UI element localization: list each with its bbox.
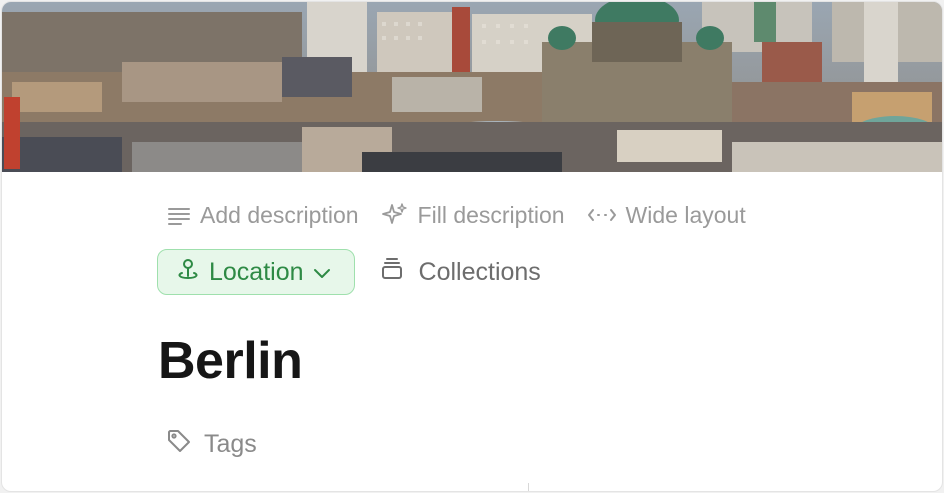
collections-button[interactable]: Collections: [379, 256, 541, 289]
location-label: Location: [209, 257, 304, 286]
chevron-down-icon: [312, 258, 332, 287]
sparkle-icon: [381, 201, 409, 229]
cover-illustration: [2, 2, 942, 172]
page-card: Add description Fill description Wide la…: [1, 1, 943, 492]
collections-label: Collections: [418, 257, 541, 286]
fill-description-label: Fill description: [417, 201, 565, 228]
wide-layout-label: Wide layout: [625, 201, 746, 228]
page-meta-toolbar: Add description Fill description Wide la…: [167, 200, 746, 230]
page-properties-row: Location Collections: [157, 248, 541, 296]
add-description-label: Add description: [200, 201, 359, 228]
location-button[interactable]: Location: [157, 249, 355, 295]
page-title[interactable]: Berlin: [158, 330, 303, 392]
fill-description-button[interactable]: Fill description: [381, 201, 565, 229]
lines-icon: [167, 205, 191, 225]
divider: [528, 483, 529, 491]
wide-layout-button[interactable]: Wide layout: [587, 202, 746, 229]
stack-icon: [379, 256, 405, 289]
map-pin-icon: [175, 256, 201, 289]
tag-icon: [166, 428, 192, 461]
arrows-horizontal-icon: [587, 207, 617, 223]
add-description-button[interactable]: Add description: [167, 202, 359, 229]
tags-button[interactable]: Tags: [166, 428, 257, 461]
tags-label: Tags: [204, 430, 257, 458]
cover-image[interactable]: [2, 2, 942, 172]
